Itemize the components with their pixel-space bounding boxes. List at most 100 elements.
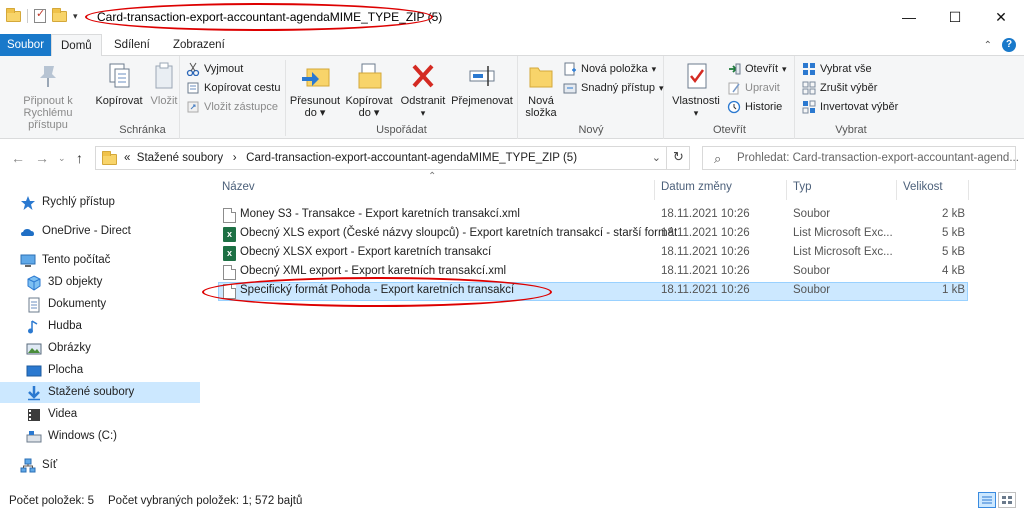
column-separator[interactable]	[786, 180, 787, 200]
paste-shortcut-button[interactable]: Vložit zástupce	[186, 98, 278, 116]
nav-this-pc[interactable]: Tento počítač	[20, 250, 110, 271]
nav-label: Plocha	[48, 364, 84, 376]
new-folder-button[interactable]: Nová složka	[521, 60, 561, 119]
column-header-name[interactable]: Název	[222, 181, 255, 193]
back-icon[interactable]: ←	[11, 150, 25, 166]
file-date: 18.11.2021 10:26	[661, 208, 750, 220]
file-name: Obecný XLS export (České názvy sloupců) …	[240, 227, 678, 239]
details-view-button[interactable]	[978, 492, 996, 508]
help-icon[interactable]: ?	[1002, 38, 1016, 52]
delete-dropdown-icon[interactable]: ▾	[398, 107, 448, 119]
recent-locations-icon[interactable]: ⌄	[58, 153, 66, 164]
copy-button[interactable]: Kopírovat	[94, 60, 144, 107]
nav-pictures[interactable]: Obrázky	[26, 338, 91, 359]
cube-icon	[26, 274, 42, 291]
search-box[interactable]: ⌕ Prohledat: Card-transaction-export-acc…	[702, 146, 1019, 170]
delete-button[interactable]: Odstranit ▾	[398, 60, 448, 119]
file-name: Money S3 - Transakce - Export karetních …	[240, 208, 520, 220]
edit-button[interactable]: Upravit	[727, 79, 780, 97]
properties-button[interactable]: Vlastnosti ▾	[669, 60, 723, 119]
history-button[interactable]: Historie	[727, 98, 782, 116]
nav-desktop[interactable]: Plocha	[26, 360, 83, 381]
paste-button[interactable]: Vložit	[144, 60, 184, 107]
new-folder-label: Nová	[528, 95, 554, 107]
nav-downloads[interactable]: Stažené soubory	[0, 382, 200, 403]
file-row[interactable]: Money S3 - Transakce - Export karetních …	[218, 206, 968, 225]
move-to-label: Přesunout	[289, 95, 341, 107]
copy-to-button[interactable]: Kopírovat do ▾	[342, 60, 396, 119]
copy-to-label: Kopírovat	[345, 95, 393, 107]
properties-icon[interactable]	[34, 7, 46, 23]
column-separator[interactable]	[896, 180, 897, 200]
move-to-button[interactable]: Přesunout do ▾	[288, 60, 342, 119]
file-row[interactable]: x Obecný XLSX export - Export karetních …	[218, 244, 968, 263]
invert-selection-label: Invertovat výběr	[820, 101, 899, 113]
large-icons-view-icon	[1002, 496, 1012, 504]
new-group-label: Nový	[578, 124, 604, 136]
minimize-button[interactable]: —	[886, 0, 932, 34]
invert-selection-button[interactable]: Invertovat výběr	[802, 98, 898, 116]
column-header-size[interactable]: Velikost	[903, 181, 943, 193]
select-none-button[interactable]: Zrušit výběr	[802, 79, 877, 97]
tab-home[interactable]: Domů	[51, 34, 102, 57]
up-icon[interactable]: ↑	[76, 150, 83, 166]
address-dropdown-icon[interactable]: ⌄	[652, 151, 661, 164]
nav-documents[interactable]: Dokumenty	[26, 294, 106, 315]
copy-path-button[interactable]: Kopírovat cestu	[186, 79, 280, 97]
file-list: ⌃ Název Datum změny Typ Velikost Money S…	[202, 171, 1024, 486]
column-separator[interactable]	[968, 180, 969, 200]
star-icon	[20, 195, 36, 211]
easy-access-button[interactable]: Snadný přístup ▾	[563, 79, 664, 97]
nav-label: Síť	[42, 459, 58, 471]
file-size: 5 kB	[941, 246, 965, 258]
nav-label: Windows (C:)	[48, 430, 118, 442]
nav-quick-access[interactable]: Rychlý přístup	[20, 192, 115, 213]
breadcrumb-overflow[interactable]: «	[124, 152, 130, 164]
pin-to-quick-access-button[interactable]: Připnout k Rychlému přístupu	[2, 60, 94, 131]
refresh-button[interactable]: ↻	[666, 146, 690, 170]
expand-ribbon-icon[interactable]: ⌃	[984, 40, 992, 51]
column-header-date[interactable]: Datum změny	[661, 181, 732, 193]
tab-file[interactable]: Soubor	[0, 34, 51, 56]
column-separator[interactable]	[654, 180, 655, 200]
tab-share[interactable]: Sdílení	[105, 34, 159, 56]
ribbon: Připnout k Rychlému přístupu Kopírovat V…	[0, 56, 1024, 139]
file-type: List Microsoft Exc...	[793, 246, 893, 258]
copy-path-icon	[186, 81, 200, 95]
nav-network[interactable]: Síť	[20, 455, 57, 476]
large-icons-view-button[interactable]	[998, 492, 1016, 508]
address-bar[interactable]: « Stažené soubory › Card-transaction-exp…	[95, 146, 690, 170]
tab-view[interactable]: Zobrazení	[164, 34, 234, 56]
group-clipboard: Připnout k Rychlému přístupu Kopírovat V…	[0, 56, 280, 139]
open-button[interactable]: Otevřít ▾	[727, 60, 787, 78]
chevron-down-icon[interactable]: ▾	[669, 107, 723, 119]
nav-videos[interactable]: Videa	[26, 404, 77, 425]
maximize-button[interactable]: ☐	[932, 0, 978, 34]
new-item-button[interactable]: Nová položka ▾	[563, 60, 656, 78]
rename-button[interactable]: Přejmenovat	[448, 60, 516, 107]
breadcrumb-current-folder[interactable]: Card-transaction-export-accountant-agend…	[246, 152, 577, 164]
folder-icon	[102, 151, 117, 165]
nav-windows-c[interactable]: Windows (C:)	[26, 426, 117, 447]
customize-toolbar-icon[interactable]: ▾	[73, 11, 78, 22]
nav-onedrive[interactable]: OneDrive - Direct	[20, 221, 131, 242]
nav-3d-objects[interactable]: 3D objekty	[26, 272, 102, 293]
nav-music[interactable]: Hudba	[26, 316, 82, 337]
breadcrumb-downloads[interactable]: Stažené soubory	[137, 152, 223, 164]
new-folder-icon[interactable]	[52, 7, 67, 22]
forward-icon[interactable]: →	[35, 150, 49, 166]
file-row[interactable]: x Obecný XLS export (České názvy sloupců…	[218, 225, 968, 244]
close-button[interactable]: ✕	[978, 0, 1024, 34]
select-all-button[interactable]: Vybrat vše	[802, 60, 872, 78]
new-item-label: Nová položka	[581, 63, 648, 75]
file-type: Soubor	[793, 208, 831, 220]
clipboard-group-label: Schránka	[119, 124, 166, 136]
breadcrumb-separator[interactable]: ›	[233, 152, 237, 164]
window-title: Card-transaction-export-accountant-agend…	[97, 10, 443, 24]
file-row-selected[interactable]: Specifický formát Pohoda - Export karetn…	[218, 282, 968, 301]
cut-button[interactable]: Vyjmout	[186, 60, 243, 78]
file-row[interactable]: Obecný XML export - Export karetních tra…	[218, 263, 968, 282]
folder-icon[interactable]	[6, 7, 21, 22]
column-header-type[interactable]: Typ	[793, 181, 812, 193]
select-group-label: Vybrat	[835, 124, 867, 136]
